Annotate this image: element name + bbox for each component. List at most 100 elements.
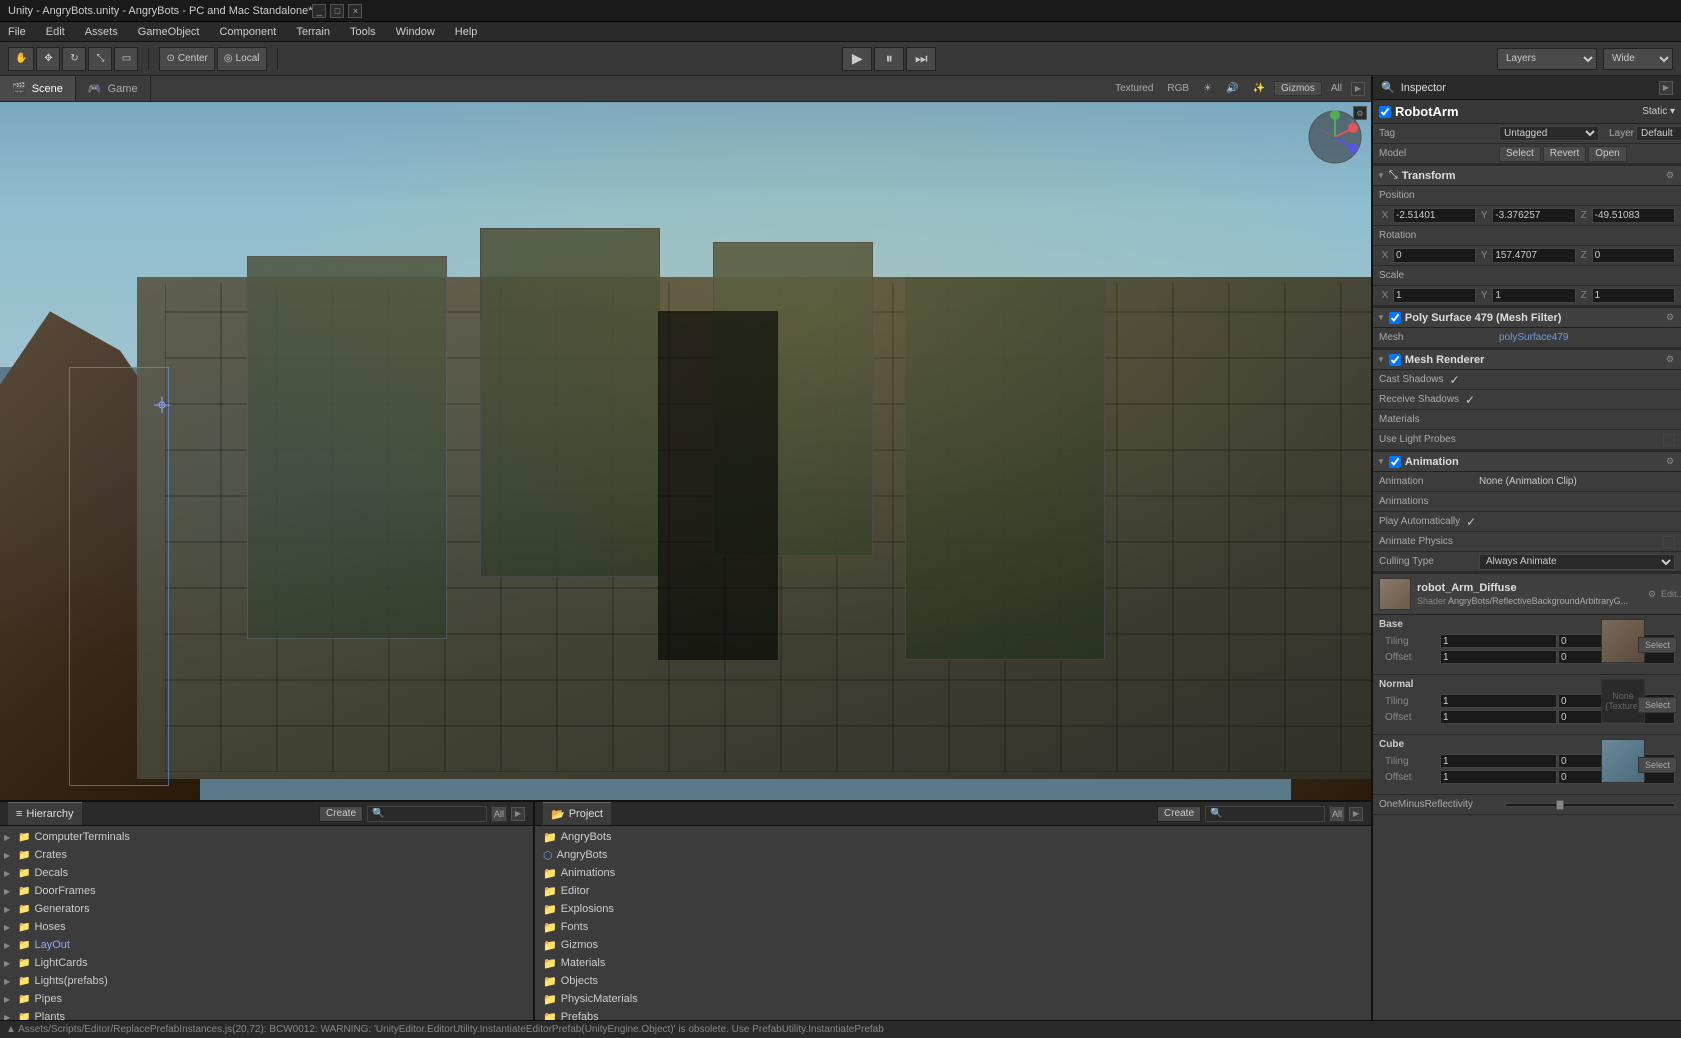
base-select-btn[interactable]: Select bbox=[1638, 637, 1677, 653]
static-badge[interactable]: Static ▾ bbox=[1642, 106, 1675, 117]
project-item-angrybots-folder[interactable]: 📁 AngryBots bbox=[535, 828, 1371, 846]
project-tab[interactable]: 📂 Project bbox=[543, 802, 611, 825]
tag-dropdown[interactable]: Untagged bbox=[1499, 126, 1599, 141]
scale-x-input[interactable] bbox=[1393, 288, 1476, 303]
inspector-collapse-btn[interactable]: ▶ bbox=[1659, 81, 1673, 95]
view-collapse-btn[interactable]: ▶ bbox=[1351, 82, 1365, 96]
tab-game[interactable]: 🎮 Game bbox=[76, 76, 151, 101]
move-tool[interactable]: ✥ bbox=[36, 47, 60, 71]
menu-assets[interactable]: Assets bbox=[81, 26, 122, 38]
layout-dropdown[interactable]: Wide bbox=[1603, 48, 1673, 70]
play-button[interactable]: ▶ bbox=[842, 47, 872, 71]
transform-settings-icon[interactable]: ⚙ bbox=[1663, 170, 1677, 181]
minimize-button[interactable]: _ bbox=[312, 4, 326, 18]
project-create-btn[interactable]: Create bbox=[1157, 806, 1201, 822]
tab-scene[interactable]: 🎬 Scene bbox=[0, 76, 76, 101]
hierarchy-search[interactable] bbox=[367, 806, 487, 822]
scale-z-input[interactable] bbox=[1592, 288, 1675, 303]
menu-tools[interactable]: Tools bbox=[346, 26, 380, 38]
menu-window[interactable]: Window bbox=[392, 26, 439, 38]
hierarchy-item-doorframes[interactable]: ▶ 📁 DoorFrames bbox=[0, 882, 533, 900]
mesh-filter-header[interactable]: ▼ Poly Surface 479 (Mesh Filter) ⚙ bbox=[1373, 306, 1681, 328]
hierarchy-item-pipes[interactable]: ▶ 📁 Pipes bbox=[0, 990, 533, 1008]
rot-x-input[interactable] bbox=[1393, 248, 1476, 263]
project-item-physicmats[interactable]: 📁 PhysicMaterials bbox=[535, 990, 1371, 1008]
project-item-animations[interactable]: 📁 Animations bbox=[535, 864, 1371, 882]
hierarchy-all-btn[interactable]: All bbox=[491, 806, 507, 822]
hierarchy-item-layout[interactable]: ▶ 📁 LayOut bbox=[0, 936, 533, 954]
animation-header[interactable]: ▼ Animation ⚙ bbox=[1373, 450, 1681, 472]
model-select-btn[interactable]: Select bbox=[1499, 146, 1541, 162]
hierarchy-item-generators[interactable]: ▶ 📁 Generators bbox=[0, 900, 533, 918]
animation-active[interactable] bbox=[1389, 456, 1401, 468]
lighting-toggle[interactable]: ☀ bbox=[1198, 82, 1217, 95]
gizmos-dropdown[interactable]: Gizmos bbox=[1274, 81, 1322, 96]
pos-x-input[interactable] bbox=[1393, 208, 1476, 223]
fx-toggle[interactable]: ✨ bbox=[1248, 82, 1270, 95]
local-button[interactable]: ◎ Local bbox=[217, 47, 267, 71]
reflectivity-slider[interactable] bbox=[1505, 803, 1675, 807]
material-settings[interactable]: ⚙ bbox=[1645, 589, 1659, 600]
center-button[interactable]: ⊙ Center bbox=[159, 47, 214, 71]
scale-y-input[interactable] bbox=[1492, 288, 1575, 303]
menu-gameobject[interactable]: GameObject bbox=[134, 26, 204, 38]
layer-dropdown[interactable]: Default bbox=[1636, 126, 1681, 141]
project-item-objects[interactable]: 📁 Objects bbox=[535, 972, 1371, 990]
mesh-filter-settings[interactable]: ⚙ bbox=[1663, 312, 1677, 323]
normal-tiling-y[interactable] bbox=[1440, 710, 1557, 724]
rot-y-input[interactable] bbox=[1492, 248, 1575, 263]
model-revert-btn[interactable]: Revert bbox=[1543, 146, 1586, 162]
hierarchy-item-lights[interactable]: ▶ 📁 Lights(prefabs) bbox=[0, 972, 533, 990]
mesh-renderer-active[interactable] bbox=[1389, 354, 1401, 366]
cube-tiling-x[interactable] bbox=[1440, 754, 1557, 768]
mesh-renderer-header[interactable]: ▼ Mesh Renderer ⚙ bbox=[1373, 348, 1681, 370]
transform-header[interactable]: ▼ ⤡ Transform ⚙ bbox=[1373, 164, 1681, 186]
layers-dropdown[interactable]: Layers bbox=[1497, 48, 1597, 70]
base-tiling-x[interactable] bbox=[1440, 634, 1557, 648]
project-collapse-btn[interactable]: ▶ bbox=[1349, 807, 1363, 821]
mesh-renderer-settings[interactable]: ⚙ bbox=[1663, 354, 1677, 365]
hand-tool[interactable]: ✋ bbox=[8, 47, 34, 71]
cube-tiling-y[interactable] bbox=[1440, 770, 1557, 784]
hierarchy-collapse-btn[interactable]: ▶ bbox=[511, 807, 525, 821]
project-item-editor[interactable]: 📁 Editor bbox=[535, 882, 1371, 900]
textured-dropdown[interactable]: Textured bbox=[1110, 82, 1158, 95]
animation-settings[interactable]: ⚙ bbox=[1663, 456, 1677, 467]
menu-component[interactable]: Component bbox=[215, 26, 280, 38]
view-settings-btn[interactable]: ⚙ bbox=[1353, 106, 1367, 120]
normal-tiling-x[interactable] bbox=[1440, 694, 1557, 708]
viewport[interactable]: X Y Z bbox=[0, 102, 1371, 800]
maximize-button[interactable]: □ bbox=[330, 4, 344, 18]
cube-select-btn[interactable]: Select bbox=[1638, 757, 1677, 773]
material-edit-btn[interactable]: Edit... bbox=[1661, 589, 1675, 600]
all-toggle[interactable]: All bbox=[1326, 82, 1347, 95]
mesh-filter-active[interactable] bbox=[1389, 312, 1401, 324]
project-item-materials[interactable]: 📁 Materials bbox=[535, 954, 1371, 972]
close-button[interactable]: × bbox=[348, 4, 362, 18]
pause-button[interactable]: ⏸ bbox=[874, 47, 904, 71]
rotate-tool[interactable]: ↻ bbox=[62, 47, 86, 71]
rgb-dropdown[interactable]: RGB bbox=[1162, 82, 1194, 95]
project-search[interactable] bbox=[1205, 806, 1325, 822]
hierarchy-item-hoses[interactable]: ▶ 📁 Hoses bbox=[0, 918, 533, 936]
rect-tool[interactable]: ▭ bbox=[114, 47, 138, 71]
hierarchy-item-computerterms[interactable]: ▶ 📁 ComputerTerminals bbox=[0, 828, 533, 846]
object-active-checkbox[interactable] bbox=[1379, 106, 1391, 118]
audio-toggle[interactable]: 🔊 bbox=[1221, 82, 1243, 95]
model-open-btn[interactable]: Open bbox=[1588, 146, 1626, 162]
menu-file[interactable]: File bbox=[4, 26, 30, 38]
menu-help[interactable]: Help bbox=[451, 26, 482, 38]
hierarchy-item-plants[interactable]: ▶ 📁 Plants bbox=[0, 1008, 533, 1020]
base-tiling-y[interactable] bbox=[1440, 650, 1557, 664]
scale-tool[interactable]: ⤡ bbox=[88, 47, 112, 71]
pos-y-input[interactable] bbox=[1492, 208, 1575, 223]
hierarchy-tab[interactable]: ≡ Hierarchy bbox=[8, 802, 82, 825]
project-item-fonts[interactable]: 📁 Fonts bbox=[535, 918, 1371, 936]
rot-z-input[interactable] bbox=[1592, 248, 1675, 263]
project-item-angrybots-prefab[interactable]: ⬡ AngryBots bbox=[535, 846, 1371, 864]
project-item-prefabs[interactable]: 📁 Prefabs bbox=[535, 1008, 1371, 1020]
hierarchy-item-crates[interactable]: ▶ 📁 Crates bbox=[0, 846, 533, 864]
scene-pivot[interactable] bbox=[154, 397, 170, 413]
project-all-btn[interactable]: All bbox=[1329, 806, 1345, 822]
project-item-explosions[interactable]: 📁 Explosions bbox=[535, 900, 1371, 918]
